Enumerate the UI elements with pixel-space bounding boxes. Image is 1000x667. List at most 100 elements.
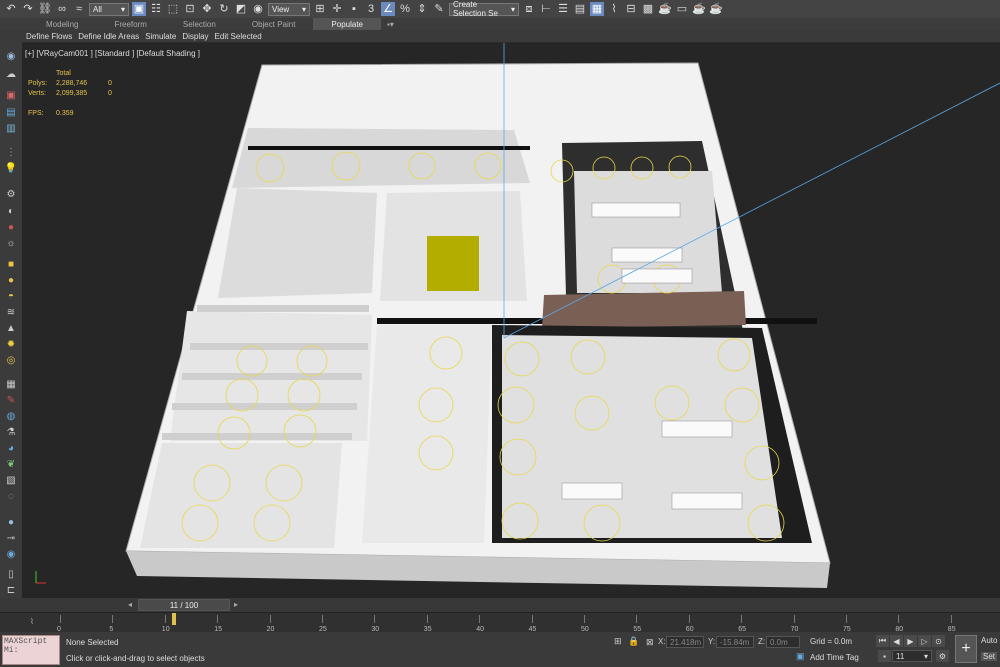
time-slider[interactable]: 11 / 100 <box>138 599 230 611</box>
reference-coordinate-dropdown[interactable]: View ▾ <box>268 2 310 16</box>
bracket-icon[interactable]: ⊏ <box>3 584 19 597</box>
device-icon[interactable]: ▯ <box>3 568 19 581</box>
cloud-icon[interactable]: ☁ <box>3 68 19 81</box>
ribbon-options-icon[interactable]: ▪▾ <box>381 18 400 30</box>
spinner-snap-icon[interactable]: ⇕ <box>415 2 429 16</box>
redo-icon[interactable]: ↷ <box>21 2 35 16</box>
toggle-ribbon-icon[interactable]: ▦ <box>590 2 604 16</box>
pivot-center-icon[interactable]: ⊞ <box>313 2 327 16</box>
pin-icon[interactable]: ⊸ <box>3 532 19 545</box>
current-frame-field[interactable]: 11 ▾ <box>892 650 932 662</box>
sunlight-icon[interactable]: ✹ <box>3 338 19 351</box>
select-place-icon[interactable]: ◉ <box>251 2 265 16</box>
edit-named-sets-icon[interactable]: ✎ <box>432 2 446 16</box>
light-bulb-icon[interactable]: 💡 <box>3 162 19 175</box>
frame-icon[interactable]: ▪ <box>878 650 891 662</box>
z-coordinate-field[interactable]: 0.0m <box>766 636 800 648</box>
absolute-mode-icon[interactable]: ⊠ <box>646 637 654 648</box>
hierarchy-icon[interactable]: ▥ <box>3 122 19 135</box>
viewport-vraycam[interactable]: [+] [VRayCam001 ] [Standard ] [Default S… <box>22 43 1000 598</box>
bind-spacewarp-icon[interactable]: ≈ <box>72 2 86 16</box>
curve-editor-mini-icon[interactable]: ⌇ <box>30 617 34 626</box>
create-icon[interactable]: ▣ <box>3 89 19 102</box>
tab-freeform[interactable]: Freeform <box>96 18 164 30</box>
time-slider-track[interactable]: ◂ 11 / 100 ▸ <box>0 598 1000 612</box>
globe-icon[interactable]: ◍ <box>3 410 19 423</box>
set-key-mode-button[interactable]: Set <box>981 652 998 661</box>
pyramid-icon[interactable]: ▲ <box>3 322 19 335</box>
planet-icon[interactable]: ◕ <box>3 442 19 455</box>
select-scale-icon[interactable]: ◩ <box>234 2 248 16</box>
render-iterative-icon[interactable]: ☕ <box>709 2 723 16</box>
environment-icon[interactable]: ◉ <box>3 548 19 561</box>
add-time-tag-button[interactable]: Add Time Tag <box>810 653 859 662</box>
prev-frame-icon[interactable]: ◂ <box>128 600 132 609</box>
rendered-frame-icon[interactable]: ▭ <box>675 2 689 16</box>
wire-icon[interactable]: ≋ <box>3 306 19 319</box>
layer-explorer-icon[interactable]: ▤ <box>573 2 587 16</box>
mirror-icon[interactable]: ⧈ <box>522 2 536 16</box>
window-crossing-icon[interactable]: ⊡ <box>183 2 197 16</box>
map-icon[interactable]: ▧ <box>3 474 19 487</box>
sphere-icon[interactable]: ● <box>3 274 19 287</box>
time-config-icon[interactable]: ⚙ <box>936 650 949 662</box>
checker-icon[interactable]: ▦ <box>3 378 19 391</box>
flask-icon[interactable]: ⚗ <box>3 426 19 439</box>
shell-icon[interactable]: ◌ <box>3 490 19 503</box>
align-icon[interactable]: ⊢ <box>539 2 553 16</box>
select-by-name-icon[interactable]: ☷ <box>149 2 163 16</box>
go-to-start-icon[interactable]: ⏮ <box>876 635 889 647</box>
snap-3d-icon[interactable]: 3 <box>364 2 378 16</box>
unlink-icon[interactable]: ∞ <box>55 2 69 16</box>
tab-selection[interactable]: Selection <box>165 18 234 30</box>
tab-populate[interactable]: Populate <box>313 18 382 30</box>
array-icon[interactable]: ⋮ <box>3 146 19 159</box>
render-setup-icon[interactable]: ☕ <box>658 2 672 16</box>
torus-icon[interactable]: ◎ <box>3 354 19 367</box>
percent-snap-icon[interactable]: % <box>398 2 412 16</box>
select-region-icon[interactable]: ⬚ <box>166 2 180 16</box>
lock-selection-icon[interactable]: 🔒 <box>628 636 639 647</box>
utilities-icon[interactable]: ⚙ <box>3 188 19 201</box>
next-frame-icon[interactable]: ▸ <box>234 600 238 609</box>
named-selection-set-dropdown[interactable]: Create Selection Se ▾ <box>449 0 519 18</box>
define-idle-areas-button[interactable]: Define Idle Areas <box>78 32 139 41</box>
track-bar[interactable]: ⌇ 0 5 10 15 20 25 30 35 40 45 50 55 60 65 70 75 80 85 <box>0 612 1000 633</box>
record-icon[interactable]: ● <box>3 221 19 234</box>
tape-icon[interactable]: ◐ <box>3 205 19 218</box>
keyboard-shortcut-icon[interactable]: ▪ <box>347 2 361 16</box>
auto-key-button[interactable]: Auto <box>981 636 997 645</box>
select-rotate-icon[interactable]: ↻ <box>217 2 231 16</box>
angle-snap-icon[interactable]: ∠ <box>381 2 395 16</box>
define-flows-button[interactable]: Define Flows <box>26 32 72 41</box>
viewport-label[interactable]: [+] [VRayCam001 ] [Standard ] [Default S… <box>25 49 200 58</box>
render-icon[interactable]: ☕ <box>692 2 706 16</box>
leaf-icon[interactable]: ❦ <box>3 458 19 471</box>
paint-icon[interactable]: ✎ <box>3 394 19 407</box>
scene-explorer-icon[interactable]: ☰ <box>556 2 570 16</box>
set-key-button[interactable]: + <box>955 635 977 663</box>
key-mode-icon[interactable]: ⊙ <box>932 635 945 647</box>
simulate-button[interactable]: Simulate <box>145 32 176 41</box>
tab-object-paint[interactable]: Object Paint <box>234 18 314 30</box>
sun-icon[interactable]: ☼ <box>3 237 19 250</box>
selection-filter-dropdown[interactable]: All ▾ <box>89 2 129 16</box>
curve-editor-icon[interactable]: ⌇ <box>607 2 621 16</box>
box-icon[interactable]: ■ <box>3 258 19 271</box>
play-icon[interactable]: ▶ <box>904 635 917 647</box>
modify-icon[interactable]: ▤ <box>3 106 19 119</box>
sphere-material-icon[interactable]: ● <box>3 516 19 529</box>
time-tag-icon[interactable]: ▣ <box>796 651 805 662</box>
x-coordinate-field[interactable]: 21.418m <box>666 636 704 648</box>
schematic-view-icon[interactable]: ⊟ <box>624 2 638 16</box>
isolate-icon[interactable]: ⊞ <box>614 636 622 647</box>
link-icon[interactable]: ⛓ <box>38 2 52 16</box>
prev-key-icon[interactable]: ◀ <box>890 635 903 647</box>
tab-modeling[interactable]: Modeling <box>28 18 96 30</box>
undo-icon[interactable]: ↶ <box>4 2 18 16</box>
dome-icon[interactable]: ◓ <box>3 290 19 303</box>
material-editor-icon[interactable]: ▩ <box>641 2 655 16</box>
select-object-icon[interactable]: ▣ <box>132 2 146 16</box>
edit-selected-button[interactable]: Edit Selected <box>215 32 262 41</box>
select-move-icon[interactable]: ✥ <box>200 2 214 16</box>
